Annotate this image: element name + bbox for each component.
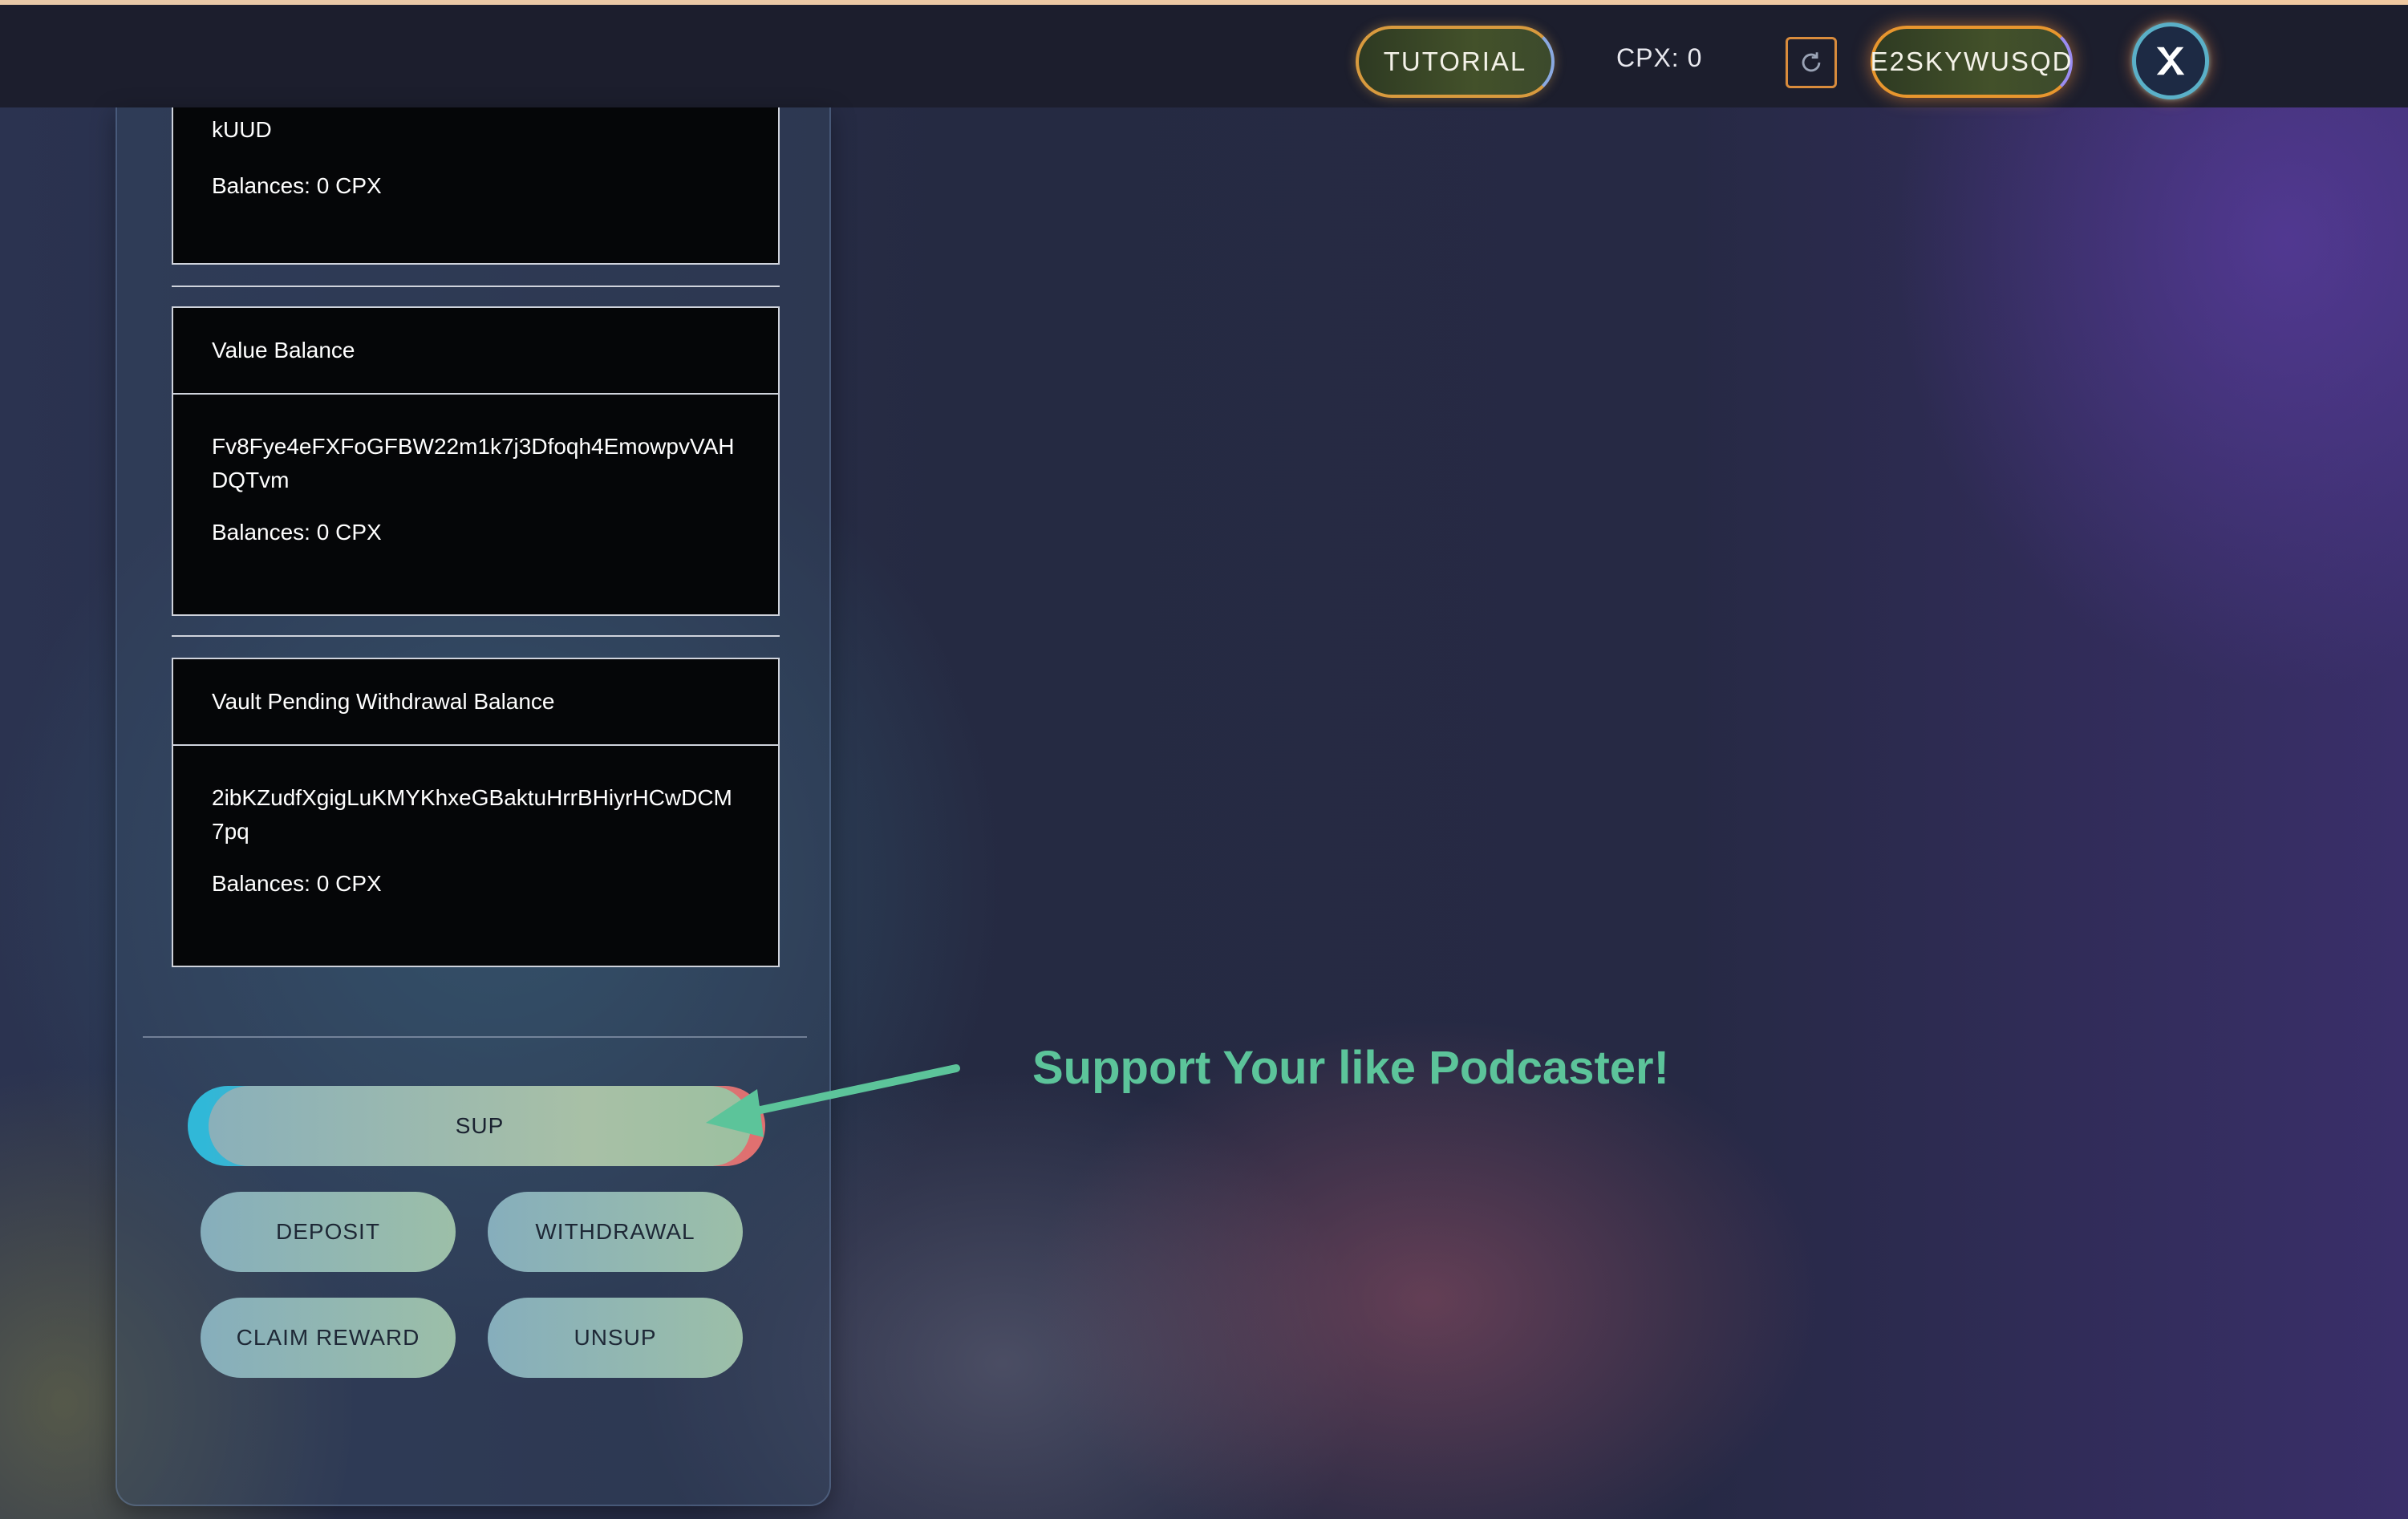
deposit-button[interactable]: DEPOSIT (201, 1192, 456, 1272)
claim-reward-button[interactable]: CLAIM REWARD (201, 1298, 456, 1378)
callout-text: Support Your like Podcaster! (1032, 1042, 1669, 1094)
card-balance: Balances: 0 CPX (212, 871, 382, 896)
refresh-button[interactable] (1786, 37, 1837, 88)
divider (172, 635, 780, 637)
unsup-button[interactable]: UNSUP (488, 1298, 743, 1378)
card-address: Fv8Fye4eFXFoGFBW22m1k7j3Dfoqh4EmowpvVAHD… (212, 434, 735, 492)
withdrawal-button[interactable]: WITHDRAWAL (488, 1192, 743, 1272)
refresh-icon (1802, 52, 1821, 72)
x-logo-icon (2156, 47, 2185, 75)
x-logo-button[interactable] (2132, 22, 2209, 99)
tutorial-button[interactable]: TUTORIAL (1356, 26, 1555, 98)
card-title: Vault Pending Withdrawal Balance (173, 659, 778, 746)
cpx-balance-label: CPX: 0 (1616, 43, 1703, 72)
divider (172, 286, 780, 287)
card-balance: Balances: 0 CPX (212, 520, 382, 545)
vault-panel: kUUD Balances: 0 CPX Value Balance Fv8Fy… (116, 107, 831, 1506)
value-balance-card: Value Balance Fv8Fye4eFXFoGFBW22m1k7j3Df… (172, 306, 780, 616)
callout-arrow-icon (706, 1064, 960, 1137)
sup-button-label: SUP (209, 1086, 751, 1166)
panel-divider (143, 1036, 807, 1038)
partial-address-line (212, 90, 743, 112)
card-address: 2ibKZudfXgigLuKMYKhxeGBaktuHrrBHiyrHCwDC… (212, 785, 732, 844)
card-address-tail: kUUD (212, 117, 272, 142)
card-previous-balance: kUUD Balances: 0 CPX (172, 107, 780, 265)
vault-pending-withdrawal-card: Vault Pending Withdrawal Balance 2ibKZud… (172, 658, 780, 967)
sup-button[interactable]: SUP (188, 1086, 765, 1166)
wallet-address-button[interactable]: E2SKYWUSQD (1871, 26, 2073, 98)
card-balance: Balances: 0 CPX (212, 173, 382, 198)
card-title: Value Balance (173, 308, 778, 395)
